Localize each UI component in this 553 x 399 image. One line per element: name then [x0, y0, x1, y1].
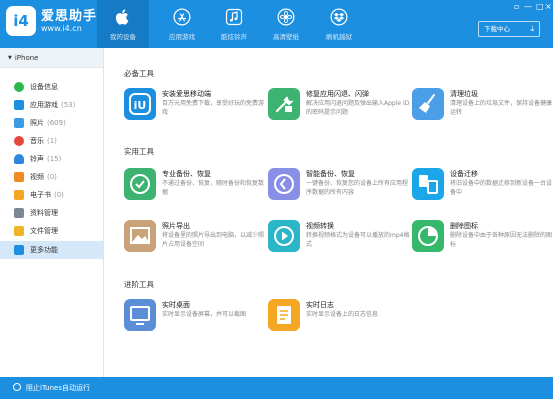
- video-convert-icon: [268, 220, 300, 252]
- download-icon: ⤓: [530, 24, 534, 33]
- ebook-icon: [14, 190, 24, 200]
- app-name: 爱思助手: [41, 8, 98, 24]
- music-note-icon: [225, 8, 243, 26]
- collapse-triangle-icon: ▼: [8, 55, 12, 61]
- smart-backup-icon: [268, 168, 300, 200]
- sidebar-item-apps[interactable]: 应用游戏 (53): [0, 96, 103, 114]
- video-icon: [14, 172, 24, 182]
- sidebar-item-more-features[interactable]: 更多功能: [0, 241, 103, 259]
- tab-my-device[interactable]: 我的设备: [97, 0, 149, 48]
- repair-icon: [268, 88, 300, 120]
- apple-icon: [115, 9, 129, 25]
- app-logo: i4 爱思助手 www.i4.cn: [6, 6, 97, 36]
- sidebar-item-file-management[interactable]: 文件管理: [0, 222, 103, 240]
- tool-live-desktop[interactable]: 实时桌面 实时显示设备屏幕，并可以截图: [124, 299, 264, 335]
- device-header[interactable]: ▼ iPhone: [0, 48, 103, 68]
- info-icon: [14, 82, 24, 92]
- data-icon: [14, 208, 24, 218]
- tool-video-convert[interactable]: 视频转换 转换视频格式为设备可以播放的mp4格式: [268, 220, 409, 256]
- broom-icon: [412, 88, 444, 120]
- bell-icon: [14, 154, 24, 164]
- i4-logo-icon: i4: [6, 6, 36, 36]
- section-title-advanced: 进阶工具: [124, 280, 154, 289]
- tab-wallpapers[interactable]: 高清壁纸: [260, 0, 312, 48]
- tab-ringtones[interactable]: 酷炫铃声: [208, 0, 260, 48]
- sidebar-item-data-management[interactable]: 资料管理: [0, 204, 103, 222]
- log-icon: [268, 299, 300, 331]
- flower-icon: [277, 8, 295, 26]
- photo-export-icon: [124, 220, 156, 252]
- more-icon: [14, 245, 24, 255]
- tool-pro-backup-restore[interactable]: 专业备份、恢复 不通过备份、恢复，随时备份和恢复数据: [124, 168, 264, 204]
- tool-delete-icons[interactable]: 删除图标 删除设备中由于各种原因无法删除的图标: [412, 220, 552, 256]
- minimize-icon[interactable]: —: [524, 3, 532, 11]
- sidebar-item-music[interactable]: 音乐 (1): [0, 132, 103, 150]
- section-title-essential: 必备工具: [124, 69, 154, 78]
- tool-clean-junk[interactable]: 清理垃圾 清理设备上的垃圾文件，保持设备健康运转: [412, 88, 552, 124]
- migrate-icon: [412, 168, 444, 200]
- tool-live-log[interactable]: 实时日志 实时显示设备上的日志信息: [268, 299, 408, 335]
- skin-icon[interactable]: ▫: [514, 3, 519, 11]
- tab-apps-games[interactable]: 应用游戏: [156, 0, 208, 48]
- app-store-icon: [173, 8, 191, 26]
- section-title-practical: 实用工具: [124, 147, 154, 156]
- tool-device-migration[interactable]: 设备迁移 将旧设备中的数据迁移到新设备一台设备中: [412, 168, 552, 204]
- sidebar: ▼ iPhone 设备信息 应用游戏 (53) 照片 (609) 音乐 (1) 铃声 (1…: [0, 48, 104, 377]
- i4-app-icon: iU: [124, 88, 156, 120]
- sidebar-item-videos[interactable]: 视频 (0): [0, 168, 103, 186]
- tool-photo-export[interactable]: 照片导出 将设备里的照片导出到电脑，以减少照片占用设备空间: [124, 220, 264, 256]
- top-bar: i4 爱思助手 www.i4.cn 我的设备 应用游戏 酷炫铃声 高清壁纸 刷机…: [0, 0, 553, 48]
- backup-icon: [124, 168, 156, 200]
- folder-icon: [14, 226, 24, 236]
- itunes-block-label[interactable]: 阻止iTunes自动运行: [26, 384, 90, 392]
- delete-icon: [412, 220, 444, 252]
- download-center-button[interactable]: 下载中心 ⤓: [478, 21, 540, 37]
- tool-smart-backup-restore[interactable]: 智能备份、恢复 一键备份、恢复您的设备上所有应用程序数据的所有内容: [268, 168, 408, 204]
- maximize-icon[interactable]: □: [536, 3, 544, 11]
- app-url: www.i4.cn: [41, 23, 82, 33]
- tool-fix-app-crash[interactable]: 修复应用闪退、闪弹 解决应用闪退问题及弹出输入Apple ID的密码提示问题: [268, 88, 409, 124]
- main-content: 必备工具 iU 安装爱思移动端 百万元用免费下载，享受好玩的免费游戏 修复应用闪…: [105, 48, 553, 377]
- screen-icon: [124, 299, 156, 331]
- status-bar: 阻止iTunes自动运行: [0, 377, 553, 399]
- apps-icon: [14, 100, 24, 110]
- photo-icon: [14, 118, 24, 128]
- sidebar-item-ebooks[interactable]: 电子书 (0): [0, 186, 103, 204]
- music-icon: [14, 136, 24, 146]
- dropbox-icon: [330, 8, 348, 26]
- svg-text:iU: iU: [134, 99, 147, 112]
- close-icon[interactable]: ×: [545, 3, 552, 11]
- tab-flash-jailbreak[interactable]: 刷机越狱: [313, 0, 365, 48]
- sidebar-item-photos[interactable]: 照片 (609): [0, 114, 103, 132]
- sidebar-item-ringtones[interactable]: 铃声 (15): [0, 150, 103, 168]
- tool-install-i4-mobile[interactable]: iU 安装爱思移动端 百万元用免费下载，享受好玩的免费游戏: [124, 88, 264, 124]
- itunes-block-toggle-icon[interactable]: [13, 383, 21, 391]
- sidebar-item-device-info[interactable]: 设备信息: [0, 78, 103, 96]
